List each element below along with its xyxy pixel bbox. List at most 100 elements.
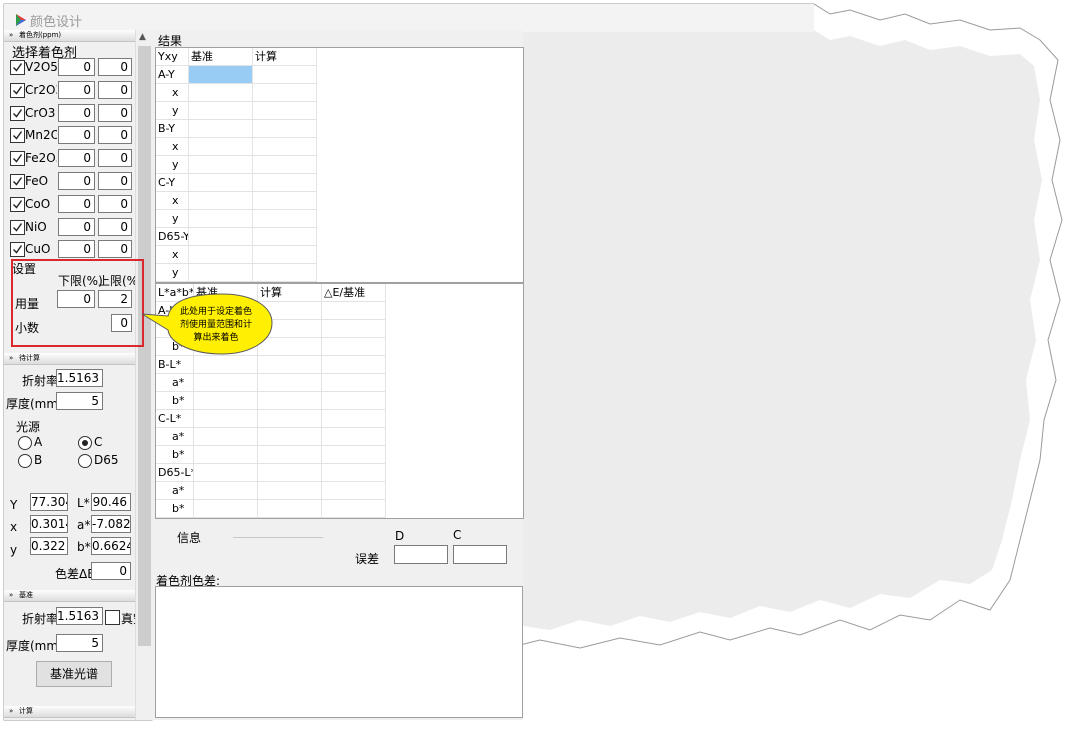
table-cell[interactable]: [258, 392, 322, 410]
radio-source-b[interactable]: [18, 454, 32, 468]
table-cell[interactable]: [189, 174, 253, 192]
left-panel-scrollbar[interactable]: ▲: [135, 30, 153, 720]
table-cell[interactable]: [194, 410, 258, 428]
base-refractive-input[interactable]: 1.5163: [56, 607, 103, 625]
table-cell[interactable]: [253, 120, 317, 138]
table-cell[interactable]: [253, 174, 317, 192]
colorant-checkbox[interactable]: [10, 242, 25, 258]
error-c-input[interactable]: [453, 545, 507, 564]
colorant-checkbox[interactable]: [10, 105, 25, 121]
colorant-checkbox[interactable]: [10, 219, 25, 235]
table-cell[interactable]: [322, 302, 386, 320]
section-header-calculate[interactable]: » 计算: [4, 706, 138, 718]
yxy-table[interactable]: Yxy 基准 计算 A-Y x y B-Y x y C-Y x y D65-Y x y: [155, 47, 524, 283]
colorant-checkbox[interactable]: [10, 196, 25, 212]
colorant-max-input[interactable]: 0: [98, 149, 132, 168]
colorant-min-input[interactable]: 0: [58, 58, 95, 76]
table-cell[interactable]: [322, 374, 386, 392]
scroll-up-arrow-icon[interactable]: ▲: [139, 32, 146, 42]
table-cell[interactable]: [194, 392, 258, 410]
table-cell[interactable]: [253, 210, 317, 228]
table-cell[interactable]: [258, 410, 322, 428]
table-cell[interactable]: [194, 446, 258, 464]
table-cell[interactable]: [258, 482, 322, 500]
table-cell[interactable]: [253, 156, 317, 174]
table-cell[interactable]: [322, 410, 386, 428]
table-cell[interactable]: [189, 102, 253, 120]
y-value[interactable]: 0.322: [30, 537, 68, 555]
colorant-max-input[interactable]: 0: [98, 172, 132, 190]
table-cell[interactable]: [194, 356, 258, 374]
color-diff-value[interactable]: 0: [91, 562, 131, 580]
colorant-max-input[interactable]: 0: [98, 58, 132, 76]
table-cell[interactable]: [322, 446, 386, 464]
colorant-max-input[interactable]: 0: [98, 240, 132, 259]
colorant-max-input[interactable]: 0: [98, 217, 132, 236]
b-star-value[interactable]: 0.6624: [91, 537, 131, 555]
table-cell[interactable]: [194, 464, 258, 482]
table-cell[interactable]: [258, 428, 322, 446]
colorant-checkbox[interactable]: [10, 128, 25, 144]
column-header[interactable]: 计算: [253, 48, 317, 66]
error-d-input[interactable]: [394, 545, 448, 564]
table-cell[interactable]: [258, 500, 322, 518]
table-cell[interactable]: [253, 102, 317, 120]
table-cell[interactable]: [194, 428, 258, 446]
y-capital-value[interactable]: 77.3043: [30, 493, 68, 511]
base-thickness-input[interactable]: 5: [56, 634, 103, 652]
colorant-max-input[interactable]: 0: [98, 194, 132, 213]
table-cell[interactable]: [194, 374, 258, 392]
table-cell[interactable]: [253, 264, 317, 282]
table-cell[interactable]: [189, 246, 253, 264]
vacuum-checkbox[interactable]: [105, 610, 120, 625]
table-cell[interactable]: [189, 138, 253, 156]
table-cell[interactable]: [194, 482, 258, 500]
table-cell[interactable]: [253, 84, 317, 102]
x-value[interactable]: 0.3014: [30, 515, 68, 533]
colorant-min-input[interactable]: 0: [58, 172, 95, 190]
section-header-to-calculate[interactable]: » 待计算: [4, 353, 138, 365]
column-header[interactable]: Yxy: [156, 48, 189, 66]
table-cell[interactable]: [189, 84, 253, 102]
colorant-min-input[interactable]: 0: [58, 126, 95, 145]
refractive-index-input[interactable]: 1.5163: [56, 369, 103, 387]
table-cell[interactable]: [189, 156, 253, 174]
table-cell[interactable]: [194, 500, 258, 518]
table-cell[interactable]: [258, 464, 322, 482]
radio-source-a[interactable]: [18, 436, 32, 450]
table-cell[interactable]: [322, 464, 386, 482]
base-spectrum-button[interactable]: 基准光谱: [36, 661, 112, 687]
table-cell[interactable]: [253, 138, 317, 156]
colorant-min-input[interactable]: 0: [58, 103, 95, 122]
colorant-max-input[interactable]: 0: [98, 80, 132, 99]
table-cell[interactable]: [258, 356, 322, 374]
table-cell[interactable]: [189, 192, 253, 210]
section-header-base[interactable]: » 基准: [4, 590, 138, 602]
radio-source-c[interactable]: [78, 436, 92, 450]
table-cell[interactable]: [189, 228, 253, 246]
colorant-max-input[interactable]: 0: [98, 126, 132, 145]
colorant-diff-textbox[interactable]: [155, 586, 523, 718]
colorant-checkbox[interactable]: [10, 82, 25, 98]
column-header[interactable]: △E/基准: [322, 284, 386, 302]
colorant-checkbox[interactable]: [10, 60, 25, 75]
table-cell[interactable]: [322, 356, 386, 374]
table-cell[interactable]: [253, 228, 317, 246]
table-cell[interactable]: [322, 500, 386, 518]
colorant-min-input[interactable]: 0: [58, 80, 95, 99]
table-cell[interactable]: [189, 120, 253, 138]
colorant-min-input[interactable]: 0: [58, 217, 95, 236]
table-cell[interactable]: [322, 320, 386, 338]
table-cell[interactable]: [189, 210, 253, 228]
radio-source-d65[interactable]: [78, 454, 92, 468]
thickness-input[interactable]: 5: [56, 392, 103, 410]
table-cell[interactable]: [253, 66, 317, 84]
l-star-value[interactable]: 90.46: [91, 493, 131, 511]
colorant-min-input[interactable]: 0: [58, 240, 95, 259]
colorant-checkbox[interactable]: [10, 151, 25, 167]
table-cell[interactable]: [258, 374, 322, 392]
colorant-checkbox[interactable]: [10, 174, 25, 189]
colorant-max-input[interactable]: 0: [98, 103, 132, 122]
colorant-min-input[interactable]: 0: [58, 149, 95, 168]
table-cell[interactable]: [322, 482, 386, 500]
